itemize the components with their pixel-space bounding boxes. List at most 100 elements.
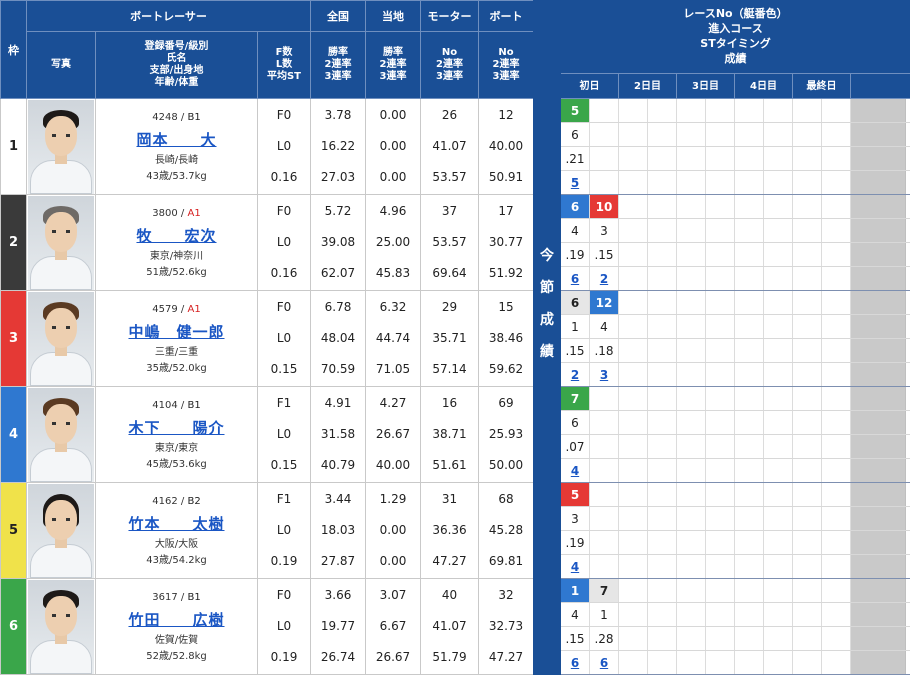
result-cell [648, 627, 677, 650]
day-1-header: 初日 [561, 74, 619, 98]
result-cell [706, 291, 735, 314]
empty-cell [851, 387, 906, 410]
stat-value: 59.62 [488, 362, 524, 376]
result-cell [677, 363, 706, 386]
racer-name-link[interactable]: 木下 陽介 [96, 415, 257, 441]
stat-value: 0.15 [270, 458, 298, 472]
stat-value: 69.64 [432, 266, 467, 280]
stat-value: 45.28 [488, 523, 524, 537]
photo-eyes [52, 613, 70, 617]
finish-value: 5 [570, 176, 580, 190]
frame-number: 3 [0, 290, 27, 387]
racer-photo[interactable] [28, 195, 94, 290]
course-cell: 3 [561, 507, 590, 530]
stat-zen: 6.78 48.04 70.59 [310, 290, 367, 387]
racer-name-link[interactable]: 竹本 太樹 [96, 511, 257, 537]
result-cell [619, 339, 648, 362]
stat-fl: F1 L0 0.15 [256, 386, 312, 483]
stat-zen: 3.78 16.22 27.03 [310, 98, 367, 195]
result-cell [822, 579, 851, 602]
racer-name-link[interactable]: 岡本 大 [96, 127, 257, 153]
result-cell [793, 411, 822, 434]
photo-eyes [52, 517, 70, 521]
racer-photo[interactable] [28, 579, 94, 674]
result-cell [677, 531, 706, 554]
racer-photo-cell [26, 578, 96, 675]
stat-value: 70.59 [320, 362, 356, 376]
stat-value: 4.91 [324, 396, 352, 410]
result-cell [793, 243, 822, 266]
result-row: .15 .18 [561, 339, 910, 363]
racer-photo[interactable] [28, 99, 94, 194]
result-cell [677, 651, 706, 674]
finish-link[interactable]: 6 [590, 651, 619, 674]
stat-zen: 3.66 19.77 26.74 [310, 578, 367, 675]
result-cell [648, 123, 677, 146]
finish-link[interactable]: 2 [561, 363, 590, 386]
zenkoku-header: 全国 [310, 0, 367, 32]
finish-link[interactable]: 6 [561, 267, 590, 290]
stat-value: 57.14 [432, 362, 467, 376]
stat-value: 3.07 [379, 588, 407, 602]
result-cell [764, 291, 793, 314]
stat-fl: F0 L0 0.19 [256, 578, 312, 675]
result-cell [590, 123, 619, 146]
empty-cell [851, 339, 906, 362]
result-cell [619, 555, 648, 578]
result-cell [590, 459, 619, 482]
band-char: 績 [540, 344, 554, 360]
stat-tou: 3.07 6.67 26.67 [365, 578, 422, 675]
racer-photo-cell [26, 194, 96, 291]
result-row: .19 [561, 531, 910, 555]
stat-value: 16 [441, 396, 458, 410]
racer-photo[interactable] [28, 291, 94, 386]
result-cell [706, 579, 735, 602]
finish-value: 6 [570, 656, 580, 670]
result-cell [706, 363, 735, 386]
racer-name-link[interactable]: 竹田 広樹 [96, 607, 257, 633]
zenkoku-subheader: 勝率 2連率 3連率 [310, 31, 367, 99]
photo-shirt [30, 543, 92, 578]
finish-value: 6 [570, 272, 580, 286]
result-cell [735, 387, 764, 410]
empty-cell [851, 267, 906, 290]
finish-link[interactable]: 6 [561, 651, 590, 674]
finish-value: 4 [570, 464, 580, 478]
empty-cell [851, 243, 906, 266]
racer-name-link[interactable]: 中嶋 健一郎 [96, 319, 257, 345]
result-row: 5 [561, 99, 910, 123]
stat-value: 0.00 [379, 108, 407, 122]
finish-link[interactable]: 2 [590, 267, 619, 290]
stat-fl: F1 L0 0.19 [256, 482, 312, 579]
racer-photo-cell [26, 482, 96, 579]
race-no-badge: 12 [590, 291, 618, 314]
result-row: 4 [561, 459, 910, 483]
stat-value: 44.74 [375, 331, 411, 345]
result-cell [619, 147, 648, 170]
result-cell [677, 267, 706, 290]
stat-value: 40 [441, 588, 458, 602]
result-cell [619, 603, 648, 626]
st-cell: .19 [561, 243, 590, 266]
result-cell [764, 651, 793, 674]
stat-value: 6.32 [379, 300, 407, 314]
race-no-cell: 7 [561, 387, 590, 410]
racer-name-link[interactable]: 牧 宏次 [96, 223, 257, 249]
result-cell [735, 555, 764, 578]
frame-number: 4 [0, 386, 27, 483]
racer-class: B1 [187, 591, 201, 603]
finish-link[interactable]: 5 [561, 171, 590, 194]
sub-label: 勝率 [328, 47, 349, 58]
finish-link[interactable]: 3 [590, 363, 619, 386]
finish-link[interactable]: 4 [561, 459, 590, 482]
header-spacer [851, 74, 910, 98]
race-no-cell: 5 [561, 483, 590, 506]
racer-photo[interactable] [28, 387, 94, 482]
stat-value: 0.00 [379, 554, 407, 568]
racer-photo[interactable] [28, 483, 94, 578]
sub-label: No [498, 47, 514, 58]
sub-label: 支部/出身地 [149, 65, 204, 76]
finish-link[interactable]: 4 [561, 555, 590, 578]
frame-header: 枠 [0, 0, 27, 99]
sub-label: 3連率 [492, 71, 520, 82]
